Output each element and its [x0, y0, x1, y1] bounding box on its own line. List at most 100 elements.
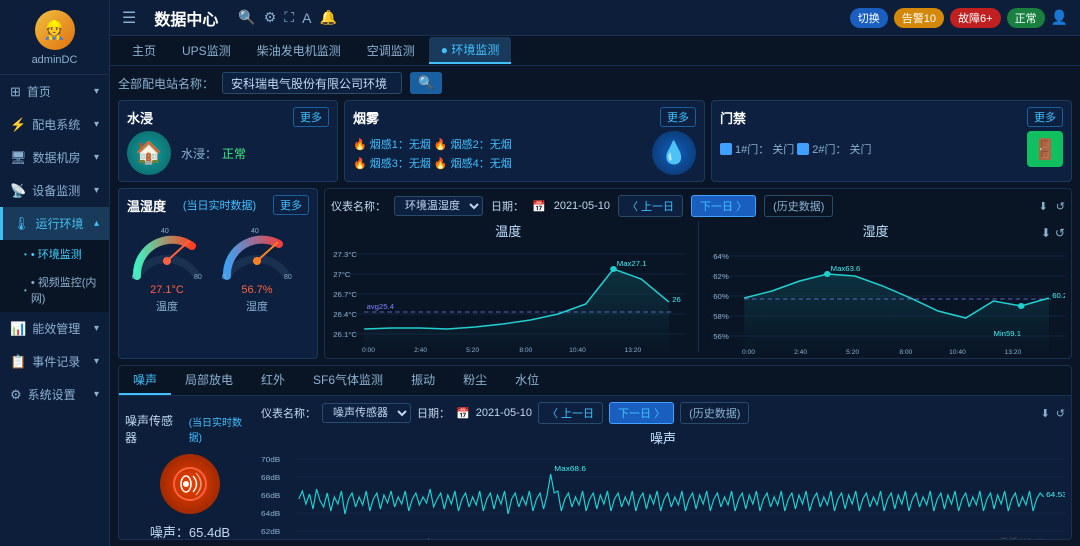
- hist-button[interactable]: (历史数据): [764, 195, 833, 217]
- door-status-icon: 🚪: [1027, 131, 1063, 167]
- sidebar-item-env[interactable]: 🌡 运行环境 ▴: [0, 207, 109, 240]
- noise-instrument-label: 仪表名称：: [261, 405, 316, 421]
- download-icon[interactable]: ⬇: [1039, 200, 1048, 213]
- noise-chart-svg: 70dB 68dB 66dB 64dB 62dB 60dB Max68.6 64…: [261, 449, 1065, 540]
- svg-text:0:00: 0:00: [742, 349, 755, 356]
- noise-prev-button[interactable]: 〈 上一日: [538, 402, 603, 424]
- svg-text:0: 0: [222, 274, 226, 281]
- submenu-env-monitor[interactable]: • 环境监测: [0, 240, 109, 268]
- noise-refresh-icon[interactable]: ↺: [1056, 407, 1065, 420]
- humi-refresh-icon[interactable]: ↺: [1055, 226, 1065, 240]
- switch-badge[interactable]: 切换: [850, 8, 888, 28]
- noise-next-button[interactable]: 下一日 〉: [609, 402, 674, 424]
- sound-icon: [172, 466, 208, 502]
- btab-water[interactable]: 水位: [501, 366, 553, 395]
- submenu-video-monitor[interactable]: • 视频监控(内网): [0, 268, 109, 312]
- sidebar-item-device[interactable]: 📡 设备监测 ▾: [0, 174, 109, 207]
- water-more-button[interactable]: 更多: [293, 107, 329, 127]
- watermark: 激活 Windows: [1000, 535, 1057, 540]
- charts-dual: 温度 27.3°C 27°C 26.7°C 26.4: [331, 221, 1065, 352]
- page-title: 数据中心: [154, 6, 218, 30]
- device-icon: 📡: [10, 183, 26, 199]
- svg-text:64dB: 64dB: [261, 510, 280, 518]
- svg-text:8:00: 8:00: [899, 349, 912, 356]
- water-status-val: 正常: [222, 145, 246, 162]
- temp-chart-box: 温度 27.3°C 27°C 26.7°C 26.4: [331, 221, 686, 352]
- svg-text:26.7°C: 26.7°C: [333, 290, 357, 299]
- sidebar-item-fault[interactable]: 📊 能效管理 ▾: [0, 312, 109, 345]
- temp-more-button[interactable]: 更多: [273, 195, 309, 215]
- btab-dust[interactable]: 粉尘: [449, 366, 501, 395]
- door-grid: 1#门： 关门 2#门： 关门: [720, 141, 872, 157]
- tab-ac[interactable]: 空调监测: [355, 38, 427, 63]
- door-icon-1: [720, 143, 732, 155]
- svg-text:80: 80: [194, 274, 202, 281]
- sidebar-item-home[interactable]: ⊞ 首页 ▾: [0, 75, 109, 108]
- door-card-header: 门禁 更多: [720, 107, 1063, 127]
- power-icon: ⚡: [10, 117, 26, 133]
- bell-icon[interactable]: 🔔: [320, 9, 337, 26]
- temp-gauge-svg: 0 80 40: [127, 221, 207, 281]
- svg-text:58%: 58%: [713, 312, 729, 321]
- humi-chart-title: 湿度: [863, 221, 889, 240]
- user-icon[interactable]: 👤: [1051, 9, 1068, 26]
- noise-instrument-select[interactable]: 噪声传感器: [322, 403, 411, 423]
- sidebar-item-power[interactable]: ⚡ 配电系统 ▾: [0, 108, 109, 141]
- svg-text:40: 40: [161, 228, 169, 235]
- temp-gauge-panel: 温湿度 (当日实时数据) 更多: [118, 188, 318, 359]
- door-item-1: 1#门： 关门: [720, 141, 794, 157]
- temp-gauge-label: 温度: [127, 298, 207, 314]
- station-label: 全部配电站名称：: [118, 75, 214, 92]
- svg-text:80: 80: [284, 274, 292, 281]
- temp-gauge-val: 27.1°C: [127, 284, 207, 296]
- btab-ir[interactable]: 红外: [247, 366, 299, 395]
- env-icon: 🌡: [13, 216, 30, 232]
- next-day-button[interactable]: 下一日 〉: [691, 195, 756, 217]
- noise-download-icon[interactable]: ⬇: [1041, 407, 1050, 420]
- instrument-label: 仪表名称：: [331, 198, 386, 214]
- noise-calendar-icon: 📅: [456, 407, 470, 420]
- svg-text:0:00: 0:00: [362, 347, 375, 354]
- btab-sf6[interactable]: SF6气体监测: [299, 366, 397, 395]
- tab-generator[interactable]: 柴油发电机监测: [245, 38, 353, 63]
- font-icon[interactable]: A: [302, 10, 311, 26]
- btab-partial[interactable]: 局部放电: [171, 366, 247, 395]
- smoke-card-title: 烟雾: [353, 108, 379, 127]
- alarm-badge[interactable]: 告警10: [894, 8, 944, 28]
- tab-ups[interactable]: UPS监测: [170, 38, 243, 63]
- water-status: 水浸： 正常: [181, 145, 246, 162]
- door-more-button[interactable]: 更多: [1027, 107, 1063, 127]
- svg-text:40: 40: [251, 228, 259, 235]
- smoke-icon: 💧: [652, 131, 696, 175]
- humi-chart-svg: 64% 62% 60% 58% 56%: [711, 246, 1066, 356]
- btab-vibration[interactable]: 振动: [397, 366, 449, 395]
- topbar-icons: 🔍 ⚙ ⛶ A 🔔: [238, 9, 337, 26]
- date-val: 2021-05-10: [554, 200, 610, 212]
- btab-noise[interactable]: 噪声: [119, 366, 171, 395]
- normal-badge[interactable]: 正常: [1007, 8, 1045, 28]
- event-icon: 📋: [10, 354, 26, 370]
- noise-hist-button[interactable]: (历史数据): [680, 402, 749, 424]
- sidebar-item-system[interactable]: ⚙ 系统设置 ▾: [0, 378, 109, 411]
- instrument-select[interactable]: 环境温湿度: [394, 196, 483, 216]
- calendar-icon: 📅: [532, 200, 546, 213]
- smoke-more-button[interactable]: 更多: [660, 107, 696, 127]
- svg-text:Max27.1: Max27.1: [617, 259, 647, 268]
- humi-gauge: 0 80 40 56.7% 湿度: [217, 221, 297, 314]
- fault-badge[interactable]: 故障6+: [950, 8, 1001, 28]
- station-search-button[interactable]: 🔍: [410, 72, 442, 94]
- sidebar-item-event[interactable]: 📋 事件记录 ▾: [0, 345, 109, 378]
- settings-icon[interactable]: ⚙: [264, 9, 277, 26]
- prev-day-button[interactable]: 〈 上一日: [618, 195, 683, 217]
- tab-home[interactable]: 主页: [120, 38, 168, 63]
- sidebar-item-datacenter[interactable]: 🖥 数据机房 ▾: [0, 141, 109, 174]
- menu-toggle-icon[interactable]: ☰: [122, 8, 136, 28]
- tab-env[interactable]: ● 环境监测: [429, 37, 512, 64]
- refresh-icon[interactable]: ↺: [1056, 200, 1065, 213]
- station-input[interactable]: [222, 72, 402, 94]
- svg-text:Min63.5: Min63.5: [421, 538, 450, 540]
- search-icon[interactable]: 🔍: [238, 9, 255, 26]
- fullscreen-icon[interactable]: ⛶: [284, 9, 294, 26]
- svg-text:56%: 56%: [713, 332, 729, 341]
- humi-download-icon[interactable]: ⬇: [1041, 226, 1051, 240]
